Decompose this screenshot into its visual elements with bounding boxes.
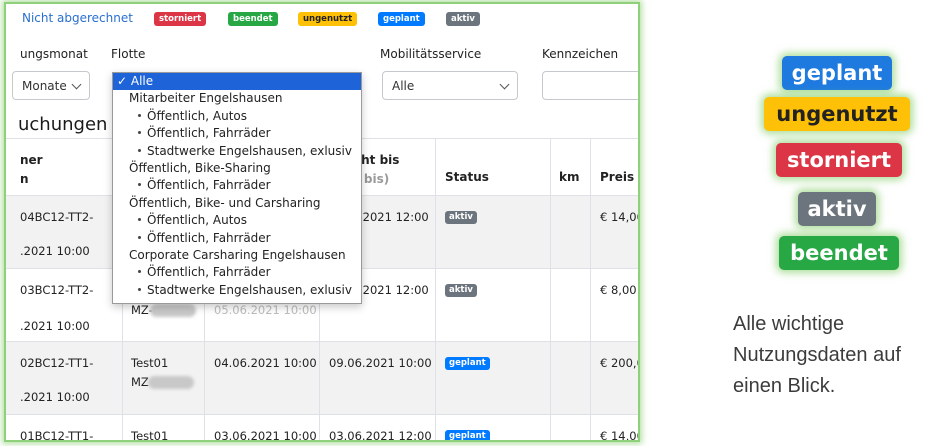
column-divider <box>435 138 436 440</box>
header-km: km <box>559 170 580 184</box>
tagline-line: Nutzungsdaten auf <box>733 344 901 366</box>
tagline-line: einen Blick. <box>733 375 836 397</box>
fleet-option-label: Öffentlich, Autos <box>147 213 248 228</box>
header-col0-sub: n <box>20 172 29 186</box>
fleet-option-label: Öffentlich, Fahrräder <box>147 230 271 245</box>
fleet-option-label: Öffentlich, Fahrräder <box>147 178 271 193</box>
side-badge-storniert: storniert <box>776 143 902 177</box>
booking-user: Test01 <box>131 429 169 442</box>
status-badge: aktiv <box>445 284 477 297</box>
app-screenshot-panel: Nicht abgerechnet storniert beendet unge… <box>4 2 640 442</box>
fleet-option-item[interactable]: Öffentlich, Fahrräder <box>113 177 361 194</box>
license-plate-input[interactable] <box>542 71 638 100</box>
side-badge-beendet: beendet <box>779 236 899 270</box>
fleet-option-label: Öffentlich, Bike-Sharing <box>129 160 271 175</box>
column-divider <box>590 138 591 440</box>
booking-start: .2021 10:00 <box>20 244 90 258</box>
mobility-service-value: Alle <box>392 79 415 93</box>
header-status: Status <box>445 170 489 184</box>
fleet-option-label: Stadtwerke Engelshausen, exlusiv <box>147 143 352 158</box>
booking-price: € 8,00 <box>600 283 637 297</box>
mobility-service-label: Mobilitätsservice <box>380 47 482 61</box>
bullet-icon <box>138 113 141 117</box>
fleet-option-item[interactable]: Öffentlich, Fahrräder <box>113 230 361 247</box>
fleet-option-group[interactable]: Corporate Carsharing Engelshausen <box>113 247 361 264</box>
legend-badge-geplant: geplant <box>378 12 425 26</box>
bullet-icon <box>138 235 141 239</box>
legend-badge-beendet: beendet <box>228 12 278 26</box>
tagline-line: Alle wichtige <box>733 313 845 335</box>
side-badge-geplant: geplant <box>782 56 892 90</box>
booking-from: 05.06.2021 10:00 <box>214 303 317 317</box>
status-badge: aktiv <box>445 211 477 224</box>
fleet-option-group[interactable]: Öffentlich, Bike- und Carsharing <box>113 195 361 212</box>
booking-price: € 200,0 <box>600 356 640 370</box>
fleet-option-label: Stadtwerke Engelshausen, exlusiv <box>147 282 352 297</box>
booking-price: € 14,00 <box>600 210 640 224</box>
fleet-option-item[interactable]: Öffentlich, Fahrräder <box>113 125 361 142</box>
tagline: Alle wichtige Nutzungsdaten auf einen Bl… <box>733 309 901 402</box>
fleet-option-group[interactable]: Mitarbeiter Engelshausen <box>113 90 361 107</box>
booking-end: .2021 12:00 <box>359 283 429 297</box>
bullet-icon <box>138 183 141 187</box>
booking-end: .2021 12:00 <box>359 210 429 224</box>
booking-id: 02BC12-TT1- <box>20 356 94 370</box>
booking-start: .2021 10:00 <box>20 319 90 333</box>
status-badge: geplant <box>445 430 490 440</box>
bullet-icon <box>138 218 141 222</box>
bullet-icon <box>138 148 141 152</box>
legend-badge-ungenutzt: ungenutzt <box>298 12 358 26</box>
booking-end: 03.06.2021 12:00 <box>329 429 432 442</box>
fleet-dropdown-list[interactable]: ✓ Alle Mitarbeiter Engelshausen Öffentlic… <box>112 72 362 304</box>
redacted-plate <box>150 304 196 317</box>
fleet-option-label: Corporate Carsharing Engelshausen <box>129 247 346 262</box>
redacted-plate <box>148 376 194 389</box>
chevron-down-icon <box>499 79 510 90</box>
fleet-option-label: Mitarbeiter Engelshausen <box>129 91 283 106</box>
booking-id: 01BC12-TT1- <box>20 429 94 442</box>
billing-month-label: ungsmonat <box>20 47 88 61</box>
booking-user-plate: MZ <box>131 375 149 389</box>
status-badge: geplant <box>445 357 490 370</box>
booking-price: € 14,00 <box>600 429 640 442</box>
booking-end: 09.06.2021 10:00 <box>329 356 432 370</box>
mobility-service-select[interactable]: Alle <box>382 71 518 100</box>
fleet-option-label: Öffentlich, Fahrräder <box>147 126 271 141</box>
header-price: Preis <box>600 170 635 184</box>
booking-id: 04BC12-TT2- <box>20 210 94 224</box>
legend-badge-aktiv: aktiv <box>446 12 480 26</box>
bookings-title: uchungen <box>18 114 108 135</box>
booking-from: 03.06.2021 10:00 <box>214 429 317 442</box>
chevron-down-icon <box>71 79 82 90</box>
bullet-icon <box>138 287 141 291</box>
header-col0: ner <box>20 153 43 167</box>
bullet-icon <box>138 131 141 135</box>
booking-id: 03BC12-TT2- <box>20 283 94 297</box>
booking-from: 04.06.2021 10:00 <box>214 356 317 370</box>
fleet-option-item[interactable]: Öffentlich, Fahrräder <box>113 264 361 281</box>
fleet-option-label: Öffentlich, Fahrräder <box>147 265 271 280</box>
booking-user: Test01 <box>131 356 169 370</box>
column-divider <box>550 138 551 440</box>
fleet-option-item[interactable]: Öffentlich, Autos <box>113 108 361 125</box>
fleet-option-item[interactable]: Stadtwerke Engelshausen, exlusiv <box>113 143 361 160</box>
fleet-option-label: Öffentlich, Bike- und Carsharing <box>129 195 321 210</box>
bullet-icon <box>138 270 141 274</box>
fleet-option-item[interactable]: Stadtwerke Engelshausen, exlusiv <box>113 282 361 299</box>
fleet-option-all[interactable]: ✓ Alle <box>113 73 361 91</box>
fleet-label: Flotte <box>111 47 146 61</box>
fleet-option-label: Öffentlich, Autos <box>147 108 248 123</box>
legend-badge-storniert: storniert <box>154 12 207 26</box>
billing-month-value: Monate <box>22 79 67 93</box>
table-row[interactable]: 01BC12-TT1- Test01 03.06.2021 10:00 03.0… <box>6 415 640 442</box>
table-row[interactable]: 02BC12-TT1- .2021 10:00 Test01 MZ 04.06.… <box>6 342 640 415</box>
fleet-option-item[interactable]: Öffentlich, Autos <box>113 212 361 229</box>
license-plate-label: Kennzeichen <box>542 47 619 61</box>
not-billed-link[interactable]: Nicht abgerechnet <box>22 11 133 25</box>
side-badge-aktiv: aktiv <box>798 192 876 226</box>
side-badge-ungenutzt: ungenutzt <box>764 97 910 131</box>
fleet-option-group[interactable]: Öffentlich, Bike-Sharing <box>113 160 361 177</box>
booking-start: .2021 10:00 <box>20 390 90 404</box>
billing-month-select[interactable]: Monate <box>12 71 90 100</box>
